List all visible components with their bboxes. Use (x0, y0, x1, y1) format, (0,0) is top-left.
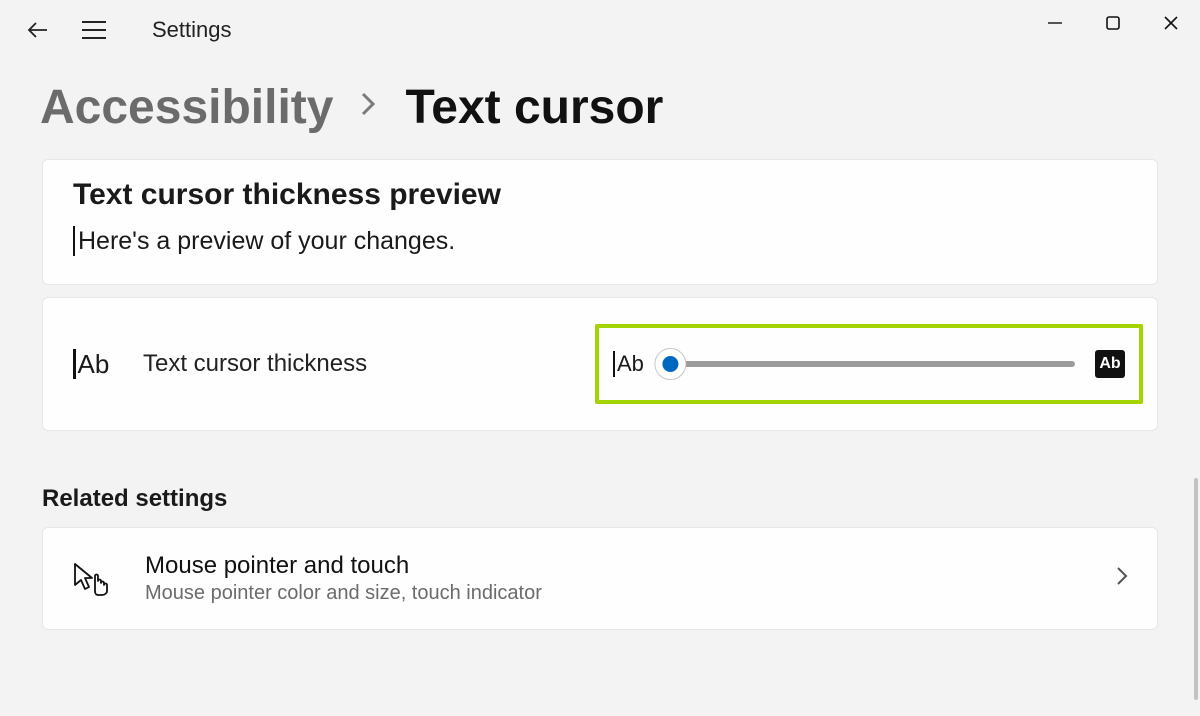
preview-heading: Text cursor thickness preview (73, 178, 1127, 212)
thickness-slider[interactable] (664, 361, 1075, 367)
preview-text-row: Here's a preview of your changes. (73, 226, 1127, 256)
breadcrumb-current: Text cursor (405, 80, 663, 135)
window-controls (1026, 0, 1200, 46)
thickness-label: Text cursor thickness (143, 350, 367, 378)
chevron-right-icon (1115, 565, 1129, 592)
app-title: Settings (152, 17, 232, 43)
breadcrumb-parent[interactable]: Accessibility (40, 80, 333, 135)
caret-icon (73, 226, 75, 256)
thickness-slider-card: Ab Text cursor thickness Ab Ab (42, 297, 1158, 431)
preview-text: Here's a preview of your changes. (78, 227, 455, 256)
slider-thumb[interactable] (654, 348, 686, 380)
text-cursor-icon: Ab (73, 349, 117, 380)
minimize-button[interactable] (1026, 0, 1084, 46)
related-settings-heading: Related settings (42, 485, 1158, 513)
link-title: Mouse pointer and touch (145, 552, 1081, 580)
maximize-button[interactable] (1084, 0, 1142, 46)
slider-min-icon: Ab (613, 351, 644, 377)
pointer-touch-icon (71, 561, 111, 597)
back-button[interactable] (24, 16, 52, 44)
mouse-pointer-touch-link[interactable]: Mouse pointer and touch Mouse pointer co… (42, 527, 1158, 630)
thickness-preview-card: Text cursor thickness preview Here's a p… (42, 159, 1158, 285)
breadcrumb: Accessibility Text cursor (0, 60, 1200, 159)
slider-max-icon: Ab (1095, 350, 1125, 378)
slider-highlight-box: Ab Ab (595, 324, 1143, 404)
scrollbar[interactable] (1194, 478, 1198, 700)
hamburger-menu-button[interactable] (80, 16, 108, 44)
close-button[interactable] (1142, 0, 1200, 46)
link-subtitle: Mouse pointer color and size, touch indi… (145, 582, 1081, 605)
chevron-right-icon (359, 87, 379, 129)
title-bar: Settings (0, 0, 1200, 60)
